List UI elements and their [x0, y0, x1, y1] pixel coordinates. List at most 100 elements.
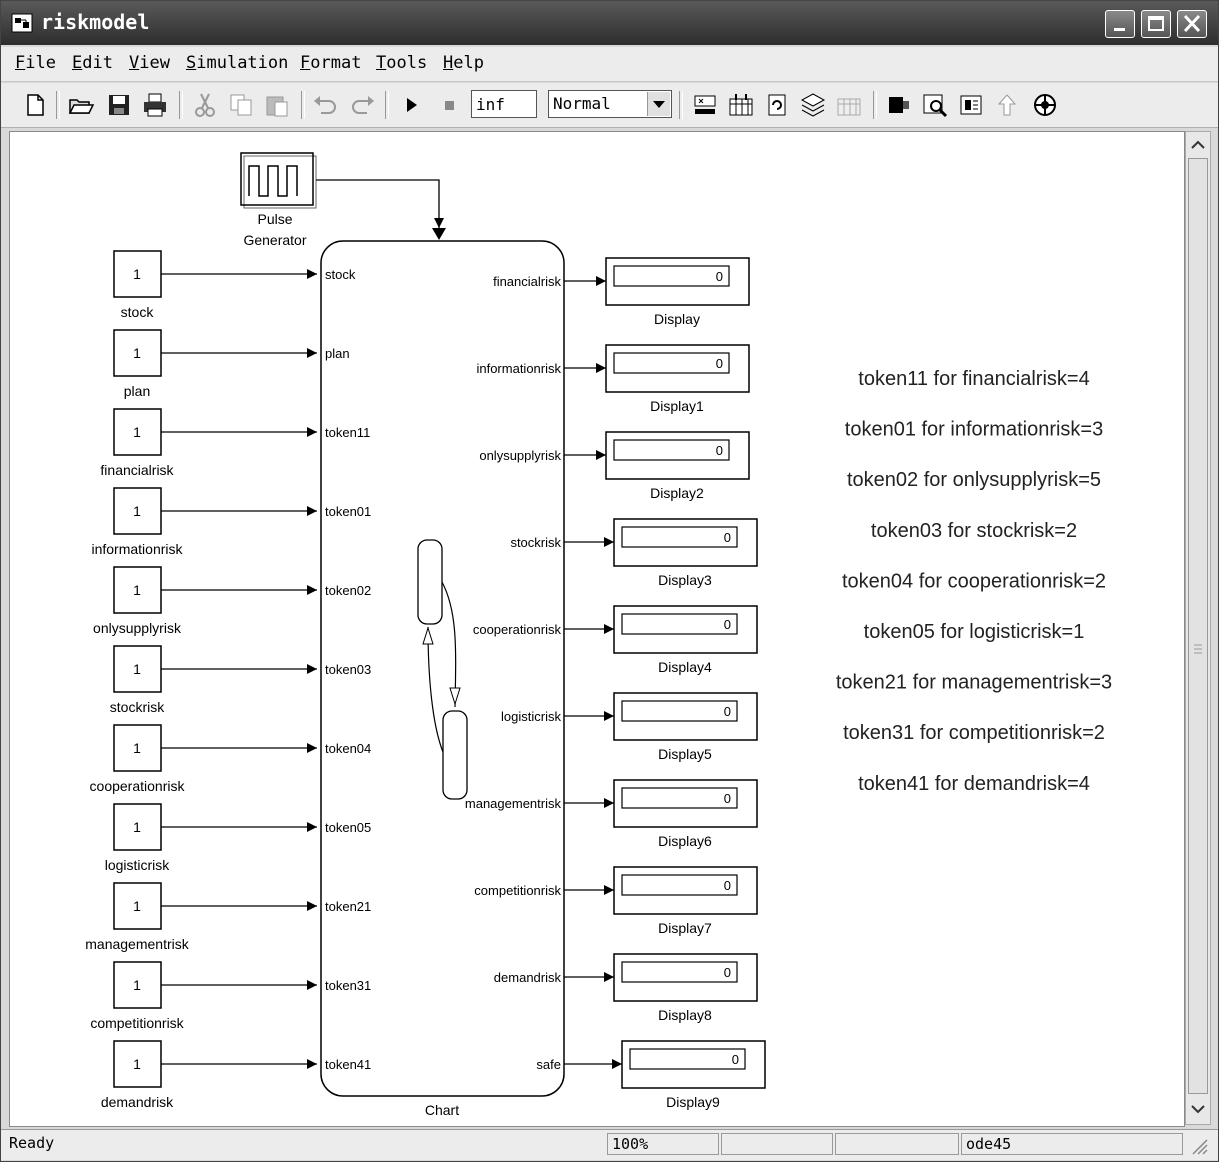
constant-block-financialrisk[interactable]: 1 financialrisk [100, 408, 175, 478]
pulse-label-line1: Pulse [257, 211, 292, 227]
go-to-parent-icon[interactable] [993, 91, 1021, 119]
annotation-text: token04 for cooperationrisk=2 [842, 570, 1106, 592]
chart-output-port: demandrisk [494, 970, 562, 985]
constant-value: 1 [133, 819, 141, 835]
annotation-text: token11 for financialrisk=4 [858, 368, 1089, 390]
model-canvas[interactable]: Pulse Generator Chart 1 stock stock 1 plan pl… [9, 131, 1185, 1127]
constant-block-plan[interactable]: 1 plan [113, 329, 162, 399]
trigger-signal-line[interactable] [316, 179, 444, 228]
properties-icon[interactable] [957, 91, 985, 119]
scroll-up-icon[interactable] [1187, 134, 1209, 156]
constant-block-demandrisk[interactable]: 1 demandrisk [101, 1040, 174, 1110]
constant-value: 1 [133, 977, 141, 993]
display-block-display1[interactable]: 0 Display1 [605, 344, 750, 414]
build-icon[interactable] [691, 91, 719, 119]
paste-icon[interactable] [263, 91, 291, 119]
stop-icon[interactable] [435, 91, 463, 119]
display-readout [621, 874, 738, 896]
constant-block-competitionrisk[interactable]: 1 competitionrisk [90, 961, 185, 1031]
display-readout [613, 265, 730, 287]
find-icon[interactable] [921, 91, 949, 119]
display-block-display[interactable]: 0 Display [605, 257, 750, 327]
open-folder-icon[interactable] [67, 91, 95, 119]
constant-block-logisticrisk[interactable]: 1 logisticrisk [105, 803, 171, 873]
constant-label: financialrisk [100, 462, 174, 478]
display-readout [621, 700, 738, 722]
model-explorer-icon[interactable] [799, 91, 827, 119]
simulation-mode-select[interactable]: Normal [548, 90, 672, 118]
maximize-icon [1148, 16, 1164, 31]
constant-block-managementrisk[interactable]: 1 managementrisk [85, 882, 190, 952]
pulse-generator-block[interactable]: Pulse Generator [240, 152, 317, 248]
constant-block-cooperationrisk[interactable]: 1 cooperationrisk [90, 724, 186, 794]
vertical-scrollbar[interactable] [1185, 131, 1211, 1125]
display-value: 0 [724, 704, 731, 719]
menu-view[interactable]: View [129, 53, 170, 73]
display-value: 0 [724, 791, 731, 806]
display-block-display6[interactable]: 0 Display6 [613, 779, 758, 849]
display-label: Display6 [658, 833, 712, 849]
debugger-icon[interactable] [835, 91, 863, 119]
display-block-display7[interactable]: 0 Display7 [613, 866, 758, 936]
display-block-display8[interactable]: 0 Display8 [613, 953, 758, 1023]
menu-format[interactable]: Format [300, 53, 361, 73]
display-block-display3[interactable]: 0 Display3 [613, 518, 758, 588]
resize-grip-icon[interactable] [1189, 1136, 1209, 1156]
display-block-display9[interactable]: 0 Display9 [621, 1040, 766, 1110]
constant-block-stock[interactable]: 1 stock [113, 250, 162, 320]
target-icon[interactable] [1031, 91, 1059, 119]
block-diagram[interactable]: Pulse Generator Chart 1 stock stock 1 plan pl… [10, 132, 1184, 1126]
copy-icon[interactable] [227, 91, 255, 119]
display-label: Display [654, 311, 700, 327]
menu-simulation[interactable]: Simulation [186, 53, 288, 73]
menu-tools[interactable]: Tools [376, 53, 427, 73]
minimize-button[interactable] [1105, 10, 1135, 38]
window-title: riskmodel [41, 10, 150, 34]
undo-icon[interactable] [311, 91, 339, 119]
annotation-text: token31 for competitionrisk=2 [843, 722, 1105, 744]
stop-time-input[interactable] [471, 90, 537, 118]
annotation-text: token05 for logisticrisk=1 [864, 621, 1085, 643]
maximize-button[interactable] [1141, 10, 1171, 38]
display-block-display5[interactable]: 0 Display5 [613, 692, 758, 762]
chart-input-port: stock [325, 267, 356, 282]
title-bar[interactable]: riskmodel [1, 1, 1218, 45]
update-icon[interactable] [763, 91, 791, 119]
display-block-display4[interactable]: 0 Display4 [613, 605, 758, 675]
menu-help[interactable]: Help [443, 53, 484, 73]
display-block-display2[interactable]: 0 Display2 [605, 431, 750, 501]
constant-label: managementrisk [85, 936, 189, 952]
play-icon[interactable] [397, 91, 425, 119]
save-icon[interactable] [105, 91, 133, 119]
display-value: 0 [724, 530, 731, 545]
constant-label: competitionrisk [90, 1015, 184, 1031]
display-label: Display2 [650, 485, 704, 501]
chart-label: Chart [425, 1102, 459, 1118]
chart-input-port: token11 [325, 425, 370, 440]
display-label: Display4 [658, 659, 712, 675]
constant-label: stock [121, 304, 155, 320]
menu-file[interactable]: File [15, 53, 56, 73]
chevron-down-icon[interactable] [647, 92, 670, 116]
display-readout [621, 961, 738, 983]
new-file-icon[interactable] [21, 91, 49, 119]
status-bar: Ready 100% ode45 [1, 1129, 1218, 1160]
redo-icon[interactable] [349, 91, 377, 119]
status-cell-4 [835, 1133, 959, 1155]
menu-edit[interactable]: Edit [72, 53, 113, 73]
scrollbar-thumb[interactable] [1188, 158, 1208, 1094]
library-icon[interactable] [727, 91, 755, 119]
display-readout [621, 613, 738, 635]
display-value: 0 [724, 878, 731, 893]
constant-block-informationrisk[interactable]: 1 informationrisk [91, 487, 184, 557]
cut-icon[interactable] [191, 91, 219, 119]
annotation-text: token01 for informationrisk=3 [845, 419, 1103, 441]
constant-block-onlysupplyrisk[interactable]: 1 onlysupplyrisk [93, 566, 182, 636]
close-button[interactable] [1177, 10, 1207, 38]
model-advisor-icon[interactable] [885, 91, 913, 119]
display-label: Display7 [658, 920, 712, 936]
scroll-down-icon[interactable] [1187, 1098, 1209, 1120]
constant-value: 1 [133, 424, 141, 440]
constant-block-stockrisk[interactable]: 1 stockrisk [110, 645, 165, 715]
print-icon[interactable] [141, 91, 169, 119]
